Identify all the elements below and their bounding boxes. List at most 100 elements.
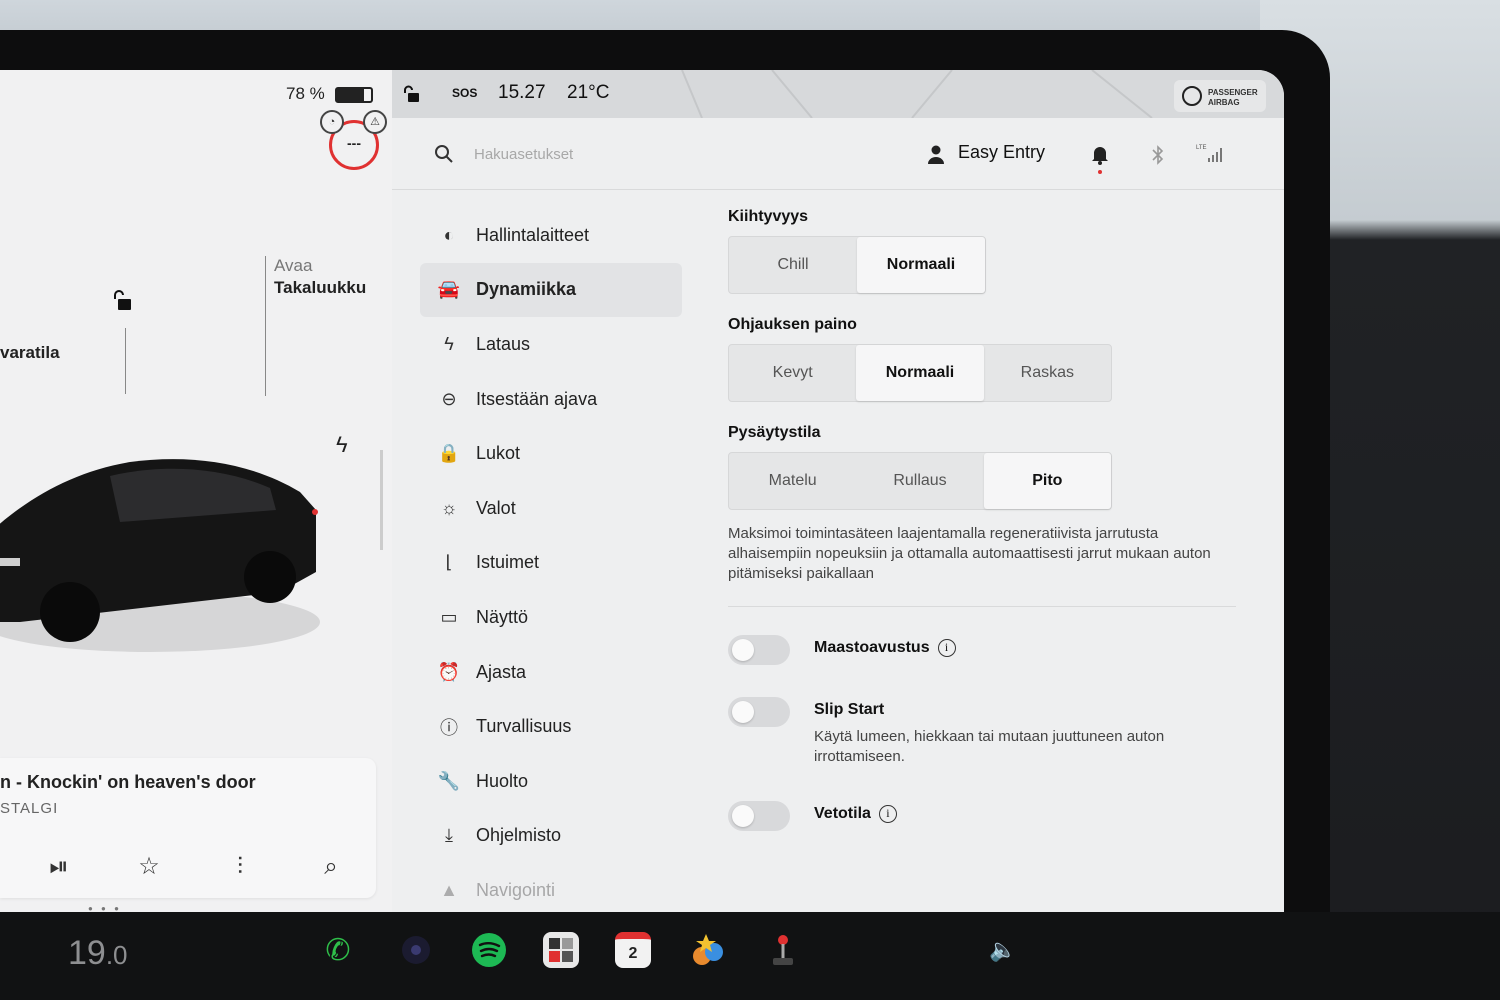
segment-option[interactable]: Chill — [729, 237, 857, 293]
unlocked-lock-icon[interactable] — [112, 288, 136, 312]
play-next-icon[interactable]: ⏯ — [44, 852, 74, 882]
sun-icon: ☼ — [440, 497, 458, 518]
bluetooth-icon[interactable] — [1150, 144, 1166, 166]
airbag-label-2: AIRBAG — [1208, 98, 1240, 107]
wrench-icon: 🔧 — [437, 770, 461, 791]
lock-leader-line — [125, 328, 126, 394]
favorite-star-icon[interactable]: ☆ — [134, 852, 164, 882]
offroad-assist-label: Maastoavustus — [814, 639, 930, 657]
nav-item-7[interactable]: ▭ Näyttö — [420, 590, 682, 645]
passenger-airbag-status: PASSENGER AIRBAG — [1174, 80, 1266, 112]
spotify-icon[interactable] — [471, 932, 507, 968]
nav-item-10[interactable]: 🔧 Huolto — [420, 754, 682, 809]
segment-option[interactable]: Raskas — [984, 345, 1111, 401]
driver-profile-icon[interactable] — [927, 144, 945, 164]
battery-percent: 78 % — [286, 84, 325, 103]
sound-icon: ◔ — [320, 110, 344, 134]
segment-option[interactable]: Normaali — [857, 237, 985, 293]
cabin-temperature[interactable]: 19.0 — [68, 934, 128, 973]
segment-option[interactable]: Kevyt — [729, 345, 856, 401]
alert-circle-icon: ⓘ — [440, 717, 458, 738]
airbag-label-1: PASSENGER — [1208, 88, 1258, 97]
nav-item-5[interactable]: ☼ Valot — [420, 481, 682, 536]
trunk-action-label[interactable]: Avaa — [274, 256, 312, 276]
calendar-day: 2 — [628, 944, 638, 962]
segment-option[interactable]: Matelu — [729, 453, 856, 509]
nav-item-2[interactable]: ϟ Lataus — [420, 317, 682, 372]
airbag-off-icon — [1182, 86, 1202, 106]
display-icon: ▭ — [440, 606, 458, 627]
settings-nav: ◐ Hallintalaitteet 🚘 Dynamiikka ϟ Lataus ⊖ Itse… — [420, 208, 682, 912]
settings-panel: Easy Entry LTE ◐ Hallintalaitteet 🚘 Dynamii… — [392, 118, 1284, 912]
info-icon[interactable]: i — [878, 805, 897, 823]
phone-icon[interactable]: ✆ — [320, 932, 356, 968]
dynamics-settings: Kiihtyvyys Chill Normaali Ohjauksen paino… — [728, 208, 1248, 863]
nav-item-label: Ohjelmisto — [476, 825, 562, 846]
charge-port-icon[interactable]: ϟ — [336, 432, 348, 458]
segment-option[interactable]: Normaali — [856, 345, 984, 401]
equalizer-icon[interactable]: ⫶ — [225, 852, 255, 882]
steering-wheel-icon: ⊖ — [441, 388, 457, 409]
slip-start-toggle[interactable] — [728, 697, 790, 727]
segment-option[interactable]: Rullaus — [856, 453, 983, 509]
nav-item-label: Navigointi — [476, 879, 556, 900]
clock: 15.27 — [498, 82, 546, 103]
bolt-icon: ϟ — [444, 333, 454, 354]
battery-fill — [337, 89, 364, 101]
toybox-icon[interactable] — [543, 932, 579, 968]
camera-icon[interactable] — [398, 932, 434, 968]
nav-item-label: Valot — [476, 497, 516, 518]
traction-mode-label: Vetotila — [814, 805, 871, 823]
joystick-icon[interactable] — [765, 932, 801, 968]
settings-header: Easy Entry LTE — [392, 118, 1284, 190]
notification-dot — [1098, 170, 1102, 174]
segment-option[interactable]: Pito — [983, 453, 1111, 509]
car-icon: 🚘 — [437, 279, 461, 300]
artist-name: STALGI — [0, 800, 59, 817]
svg-text:LTE: LTE — [1196, 145, 1207, 151]
nav-item-11[interactable]: ⤓ Ohjelmisto — [420, 809, 682, 864]
trunk-label[interactable]: Takaluukku — [274, 278, 366, 298]
nav-item-4[interactable]: 🔒 Lukot — [420, 426, 682, 481]
media-player: n - Knockin' on heaven's door STALGI ⏯ ☆… — [0, 758, 376, 898]
slip-start-description: Käytä lumeen, hiekkaan tai mutaan juuttu… — [814, 728, 1165, 765]
arcade-icon[interactable] — [690, 932, 726, 968]
offroad-assist-toggle[interactable] — [728, 635, 790, 665]
offroad-assist-row: Maastoavustus i — [728, 635, 1248, 697]
stopping-mode-selector: Matelu Rullaus Pito — [728, 452, 1112, 510]
driver-profile-name[interactable]: Easy Entry — [958, 142, 1045, 163]
door-lock-icon[interactable] — [402, 84, 422, 104]
toggle-icon: ◐ — [443, 224, 455, 245]
taskbar: 19.0 ✆ 2 🔈 — [0, 912, 1500, 1000]
stopping-mode-description: Maksimoi toimintasäteen laajentamalla re… — [728, 525, 1211, 582]
nav-item-1[interactable]: 🚘 Dynamiikka — [420, 262, 682, 318]
settings-search-input[interactable] — [474, 140, 774, 168]
nav-item-6[interactable]: ⌊ Istuimet — [420, 536, 682, 591]
volume-icon[interactable]: 🔈 — [985, 932, 1021, 968]
sos-indicator[interactable]: SOS — [452, 86, 477, 100]
steering-selector: Kevyt Normaali Raskas — [728, 344, 1112, 402]
warning-icon: ⚠ — [363, 110, 387, 134]
media-search-icon[interactable]: ⌕ — [316, 852, 346, 882]
nav-item-0[interactable]: ◐ Hallintalaitteet — [420, 208, 682, 263]
notification-bell-icon[interactable] — [1090, 144, 1110, 166]
calendar-icon[interactable]: 2 — [615, 932, 651, 968]
download-icon: ⤓ — [445, 825, 453, 846]
nav-item-12[interactable]: ▲ Navigointi — [420, 863, 682, 912]
pane-scrollbar[interactable] — [380, 450, 383, 550]
nav-item-label: Lukot — [476, 443, 521, 464]
nav-item-label: Istuimet — [476, 552, 540, 573]
nav-item-8[interactable]: ⏰ Ajasta — [420, 645, 682, 700]
info-icon[interactable]: i — [937, 639, 956, 657]
traction-mode-toggle[interactable] — [728, 801, 790, 831]
nav-item-3[interactable]: ⊖ Itsestään ajava — [420, 372, 682, 427]
acceleration-selector: Chill Normaali — [728, 236, 986, 294]
car-render — [0, 459, 320, 652]
alarm-clock-icon: ⏰ — [437, 661, 461, 682]
search-icon — [435, 145, 453, 163]
status-bar: SOS 15.27 21°C PASSENGER AIRBAG — [392, 70, 1284, 118]
frunk-label[interactable]: varatila — [0, 343, 60, 363]
seat-icon: ⌊ — [445, 552, 453, 573]
trunk-leader-line — [265, 256, 266, 396]
nav-item-9[interactable]: ⓘ Turvallisuus — [420, 699, 682, 754]
